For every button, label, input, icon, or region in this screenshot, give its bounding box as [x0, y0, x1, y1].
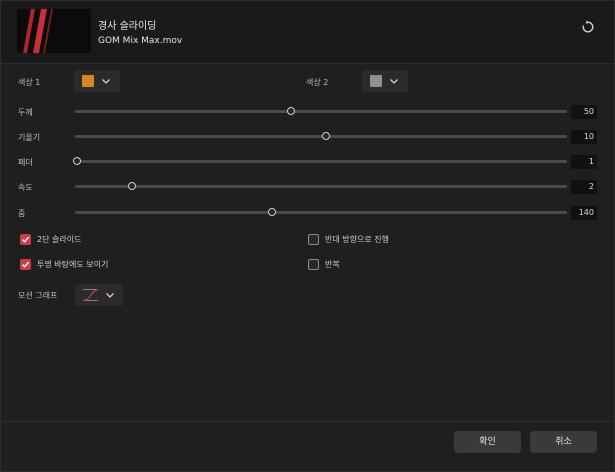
reverse-direction-checkbox[interactable] [308, 234, 319, 245]
repeat-label: 반복 [325, 260, 340, 269]
feather-value[interactable]: 1 [571, 155, 597, 169]
thickness-slider[interactable] [75, 107, 567, 115]
speed-slider[interactable] [75, 182, 567, 190]
repeat-checkbox[interactable] [308, 259, 319, 270]
thickness-value[interactable]: 50 [571, 105, 597, 119]
sliding-effect-dialog: 경사 슬라이딩 GOM Mix Max.mov 색상 1 색상 2 두께 50 … [0, 0, 615, 472]
color2-swatch [370, 75, 382, 87]
file-name: GOM Mix Max.mov [98, 36, 183, 46]
feather-label: 페더 [18, 158, 33, 167]
zoom-slider-knob[interactable] [267, 208, 276, 216]
transparent-visible-label: 투명 바탕에도 보이기 [37, 260, 109, 269]
zoom-value[interactable]: 140 [571, 206, 597, 220]
checkmark-icon [22, 261, 30, 268]
thickness-slider-knob[interactable] [287, 107, 296, 115]
slope-slider[interactable] [75, 132, 567, 140]
color1-swatch [82, 75, 94, 87]
speed-label: 속도 [18, 183, 33, 192]
thickness-label: 두께 [18, 108, 33, 117]
dialog-header: 경사 슬라이딩 GOM Mix Max.mov [1, 1, 614, 63]
color2-label: 색상 2 [306, 78, 329, 87]
speed-slider-knob[interactable] [127, 182, 136, 190]
transparent-visible-option[interactable]: 투명 바탕에도 보이기 [20, 259, 108, 270]
chevron-down-icon [102, 79, 110, 84]
feather-slider[interactable] [73, 157, 567, 165]
transparent-visible-checkbox[interactable] [20, 259, 31, 270]
two-step-checkbox[interactable] [20, 234, 31, 245]
motion-graph-label: 모션 그래프 [18, 291, 58, 300]
two-step-label: 2단 슬라이드 [37, 235, 82, 244]
chevron-down-icon [106, 293, 114, 298]
reverse-direction-label: 반대 방향으로 진행 [325, 235, 389, 244]
chevron-down-icon [390, 79, 398, 84]
zoom-slider[interactable] [75, 208, 567, 216]
reverse-direction-option[interactable]: 반대 방향으로 진행 [308, 234, 389, 245]
two-step-slide-option[interactable]: 2단 슬라이드 [20, 234, 81, 245]
zoom-label: 줌 [18, 209, 26, 218]
feather-slider-knob[interactable] [73, 157, 82, 165]
reset-button[interactable] [579, 18, 597, 36]
motion-graph-picker[interactable] [75, 284, 123, 306]
reset-icon [582, 20, 594, 33]
color1-picker[interactable] [74, 70, 120, 92]
clip-thumbnail [17, 9, 91, 53]
effect-title: 경사 슬라이딩 [98, 21, 157, 32]
cancel-button[interactable]: 취소 [530, 431, 597, 453]
footer-divider [1, 421, 614, 422]
color2-picker[interactable] [362, 70, 408, 92]
repeat-option[interactable]: 반복 [308, 259, 340, 270]
color1-label: 색상 1 [18, 78, 41, 87]
ease-curve-icon [82, 288, 99, 302]
header-divider [1, 63, 614, 64]
slope-slider-knob[interactable] [321, 132, 330, 140]
slope-value[interactable]: 10 [571, 130, 597, 144]
checkmark-icon [22, 236, 30, 243]
ok-button[interactable]: 확인 [454, 431, 521, 453]
speed-value[interactable]: 2 [571, 180, 597, 194]
slope-label: 기울기 [18, 133, 41, 142]
